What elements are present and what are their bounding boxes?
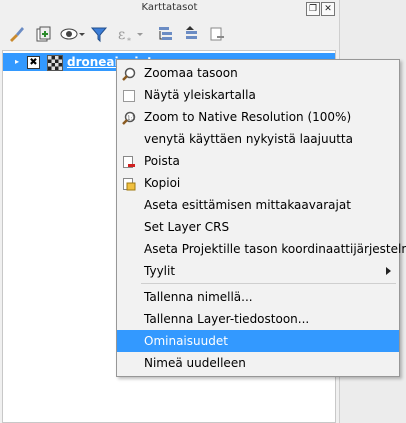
menu-item-styles[interactable]: Tyylit [117, 260, 399, 282]
checkbox-icon [122, 88, 136, 102]
menu-separator [141, 283, 396, 284]
svg-text:1:1: 1:1 [127, 115, 135, 121]
layers-toolbar: ε ⁎ [0, 18, 339, 50]
layer-visibility-checkbox[interactable]: ✖ [27, 56, 40, 69]
copy-icon [122, 176, 136, 191]
brush-style-icon[interactable] [6, 24, 26, 44]
menu-item-save-as[interactable]: Tallenna nimellä... [117, 286, 399, 308]
menu-item-set-project-crs[interactable]: Aseta Projektille tason koordinaattijärj… [117, 238, 406, 260]
menu-item-copy[interactable]: Kopioi [117, 172, 399, 194]
menu-item-zoom-to-layer[interactable]: Zoomaa tasoon [117, 62, 399, 84]
raster-layer-icon [47, 55, 63, 71]
close-button[interactable]: ✕ [321, 2, 335, 16]
menu-item-show-in-overview[interactable]: Näytä yleiskartalla [117, 84, 399, 106]
menu-item-properties[interactable]: Ominaisuudet [117, 330, 399, 352]
menu-item-rename[interactable]: Nimeä uudelleen [117, 352, 399, 374]
panel-title: Karttatasot [141, 2, 198, 13]
filter-icon[interactable] [89, 24, 109, 44]
menu-item-save-layer-file[interactable]: Tallenna Layer-tiedostoon... [117, 308, 399, 330]
layer-context-menu: Zoomaa tasoon Näytä yleiskartalla 1:1 Zo… [116, 59, 406, 377]
panel-titlebar: Karttatasot ❐ ✕ [0, 0, 339, 18]
submenu-arrow-icon [386, 267, 391, 275]
expression-filter-icon[interactable]: ε ⁎ [116, 24, 143, 44]
remove-layer-icon[interactable] [207, 24, 227, 44]
svg-text:⁎: ⁎ [127, 34, 131, 43]
zoom-to-layer-icon [122, 66, 136, 81]
menu-item-stretch-extent[interactable]: venytä käyttäen nykyistä laajuutta [117, 128, 399, 150]
menu-item-remove[interactable]: Poista [117, 150, 399, 172]
menu-item-scale-visibility[interactable]: Aseta esittämisen mittakaavarajat [117, 194, 399, 216]
eye-visibility-icon[interactable] [60, 24, 85, 44]
zoom-native-icon: 1:1 [122, 110, 136, 125]
expand-all-icon[interactable] [156, 24, 176, 44]
restore-button[interactable]: ❐ [306, 2, 320, 16]
svg-text:ε: ε [118, 27, 125, 43]
collapse-all-icon[interactable] [181, 24, 201, 44]
menu-item-zoom-native-resolution[interactable]: 1:1 Zoom to Native Resolution (100%) [117, 106, 399, 128]
add-group-icon[interactable] [33, 24, 53, 44]
remove-icon [122, 154, 136, 168]
expander-icon[interactable]: ▸ [15, 58, 23, 66]
menu-item-set-layer-crs[interactable]: Set Layer CRS [117, 216, 399, 238]
